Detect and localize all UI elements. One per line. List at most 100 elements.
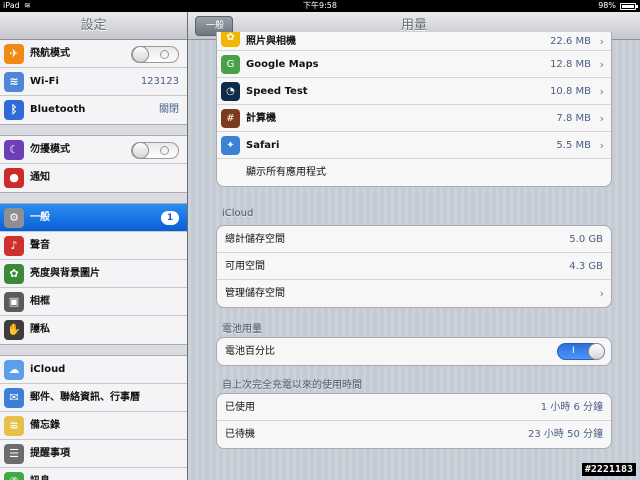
app-storage-row[interactable]: G Google Maps 12.8 MB › xyxy=(217,51,611,78)
manage-storage-row[interactable]: 管理儲存空間 › xyxy=(217,280,611,307)
picture-frame-icon: ▣ xyxy=(4,292,24,312)
manage-storage-label: 管理儲存空間 xyxy=(225,288,285,299)
status-bar: iPad ≋ 下午9:58 98% xyxy=(0,0,640,12)
sidebar-item[interactable]: ♪ 聲音 xyxy=(0,232,187,260)
clock: 下午9:58 xyxy=(303,1,337,10)
battery-percent-switch[interactable]: I xyxy=(557,343,605,360)
battery-group: 電池百分比 I xyxy=(216,337,612,366)
sidebar-item[interactable]: ≡ 備忘錄 xyxy=(0,412,187,440)
sidebar-item-label: 聲音 xyxy=(30,240,50,251)
messages-icon: ✆ xyxy=(4,472,24,480)
usage-value: 1 小時 6 分鐘 xyxy=(540,402,603,413)
show-all-apps-label: 顯示所有應用程式 xyxy=(246,167,326,178)
reminders-icon: ☰ xyxy=(4,444,24,464)
available-storage-label: 可用空間 xyxy=(225,261,265,272)
app-storage-list: ✿ 照片與相機 22.6 MB › G Google Maps 12.8 MB › ◔ Speed… xyxy=(216,32,612,187)
sidebar-item[interactable]: ✿ 亮度與背景圖片 xyxy=(0,260,187,288)
since-charge-header: 自上次完全充電以來的使用時間 xyxy=(222,380,362,391)
speedometer-icon: ◔ xyxy=(221,82,240,101)
moon-icon: ☾ xyxy=(4,140,24,160)
app-storage-row[interactable]: ◔ Speed Test 10.8 MB › xyxy=(217,78,611,105)
sidebar-item-label: iCloud xyxy=(30,364,66,375)
sidebar-item-label: 相框 xyxy=(30,296,50,307)
sidebar-item[interactable]: ✈ 飛航模式 xyxy=(0,40,187,68)
gear-icon: ⚙ xyxy=(4,208,24,228)
compass-icon: ✦ xyxy=(221,136,240,155)
total-storage-row: 總計儲存空間 5.0 GB xyxy=(217,226,611,253)
toggle-switch[interactable] xyxy=(131,142,179,159)
battery-percent: 98% xyxy=(598,1,616,10)
sidebar-item[interactable]: ● 通知 xyxy=(0,164,187,192)
switch-on-label: I xyxy=(572,346,575,356)
settings-group: ✈ 飛航模式 ≋ Wi-Fi 123123 ᛒ Bluetooth 關閉 xyxy=(0,40,187,125)
available-storage-row: 可用空間 4.3 GB xyxy=(217,253,611,280)
sidebar-item-value: 123123 xyxy=(140,76,179,87)
sidebar-item[interactable]: ✉ 郵件、聯絡資訊、行事曆 xyxy=(0,384,187,412)
sidebar-item-label: Bluetooth xyxy=(30,104,86,115)
chevron-right-icon: › xyxy=(599,287,604,300)
switch-knob xyxy=(132,46,149,63)
switch-off-ring xyxy=(160,146,169,155)
sidebar-item-label: 郵件、聯絡資訊、行事曆 xyxy=(30,392,140,403)
app-name: Safari xyxy=(246,140,280,151)
sidebar-item[interactable]: ☾ 勿擾模式 xyxy=(0,136,187,164)
icloud-header: iCloud xyxy=(222,208,254,219)
sidebar-title: 設定 xyxy=(0,12,187,40)
sidebar-item[interactable]: ▣ 相框 xyxy=(0,288,187,316)
flower-icon: ✿ xyxy=(4,264,24,284)
sidebar-item-value: 關閉 xyxy=(159,104,179,115)
photos-icon: ✿ xyxy=(221,32,240,47)
toggle-switch[interactable] xyxy=(131,46,179,63)
sidebar-item-label: 亮度與背景圖片 xyxy=(30,268,100,279)
settings-group: ☁ iCloud ✉ 郵件、聯絡資訊、行事曆 ≡ 備忘錄 ☰ 提醒事項 ✆ 訊息 xyxy=(0,355,187,480)
sidebar-item-label: 備忘錄 xyxy=(30,420,60,431)
google-maps-icon: G xyxy=(221,55,240,74)
sidebar-item[interactable]: ✋ 隱私 xyxy=(0,316,187,344)
usage-row: 已使用 1 小時 6 分鐘 xyxy=(217,394,611,421)
switch-knob xyxy=(132,142,149,159)
battery-usage-header: 電池用量 xyxy=(222,324,262,335)
total-storage-label: 總計儲存空間 xyxy=(225,234,285,245)
show-all-apps-row[interactable]: 顯示所有應用程式 xyxy=(217,159,611,186)
app-name: Speed Test xyxy=(246,86,308,97)
battery-icon xyxy=(620,3,638,10)
usage-pane: 一般 用量 ✿ 照片與相機 22.6 MB › G Google Maps 12.8 MB ›… xyxy=(188,12,640,480)
app-storage-row[interactable]: ✿ 照片與相機 22.6 MB › xyxy=(217,32,611,51)
app-name: Google Maps xyxy=(246,59,319,70)
app-size: 7.8 MB xyxy=(556,113,591,124)
sidebar-item[interactable]: ᛒ Bluetooth 關閉 xyxy=(0,96,187,124)
battery-percent-label: 電池百分比 xyxy=(225,346,275,357)
notification-icon: ● xyxy=(4,168,24,188)
standby-row: 已待機 23 小時 50 分鐘 xyxy=(217,421,611,448)
sidebar-item[interactable]: ≋ Wi-Fi 123123 xyxy=(0,68,187,96)
settings-group: ⚙ 一般 1 ♪ 聲音 ✿ 亮度與背景圖片 ▣ 相框 ✋ 隱私 xyxy=(0,203,187,345)
speaker-icon: ♪ xyxy=(4,236,24,256)
page-title: 用量 xyxy=(400,18,427,33)
standby-label: 已待機 xyxy=(225,429,255,440)
since-charge-group: 已使用 1 小時 6 分鐘 已待機 23 小時 50 分鐘 xyxy=(216,393,612,449)
app-storage-row[interactable]: ✦ Safari 5.5 MB › xyxy=(217,132,611,159)
standby-value: 23 小時 50 分鐘 xyxy=(528,429,603,440)
sidebar-item[interactable]: ☰ 提醒事項 xyxy=(0,440,187,468)
app-size: 5.5 MB xyxy=(556,140,591,151)
sidebar-item-label: 勿擾模式 xyxy=(30,144,70,155)
app-storage-row[interactable]: # 計算機 7.8 MB › xyxy=(217,105,611,132)
total-storage-value: 5.0 GB xyxy=(569,234,603,245)
cloud-icon: ☁ xyxy=(4,360,24,380)
sidebar-item[interactable]: ✆ 訊息 xyxy=(0,468,187,480)
notes-icon: ≡ xyxy=(4,416,24,436)
sidebar-item-label: Wi-Fi xyxy=(30,76,59,87)
chevron-right-icon: › xyxy=(599,139,604,152)
settings-list: ✈ 飛航模式 ≋ Wi-Fi 123123 ᛒ Bluetooth 關閉 ☾ 勿擾模式 ● 通知 ⚙ 一般… xyxy=(0,40,187,480)
wifi-icon: ≋ xyxy=(4,72,24,92)
battery-percent-row: 電池百分比 I xyxy=(217,338,611,365)
switch-knob xyxy=(588,343,605,360)
settings-group: ☾ 勿擾模式 ● 通知 xyxy=(0,135,187,193)
app-name: 計算機 xyxy=(246,113,276,124)
bluetooth-icon: ᛒ xyxy=(4,100,24,120)
sidebar-item-label: 訊息 xyxy=(30,468,50,480)
switch-off-ring xyxy=(160,50,169,59)
icloud-group: 總計儲存空間 5.0 GB 可用空間 4.3 GB 管理儲存空間 › xyxy=(216,225,612,308)
sidebar-item[interactable]: ☁ iCloud xyxy=(0,356,187,384)
sidebar-item[interactable]: ⚙ 一般 1 xyxy=(0,204,187,232)
